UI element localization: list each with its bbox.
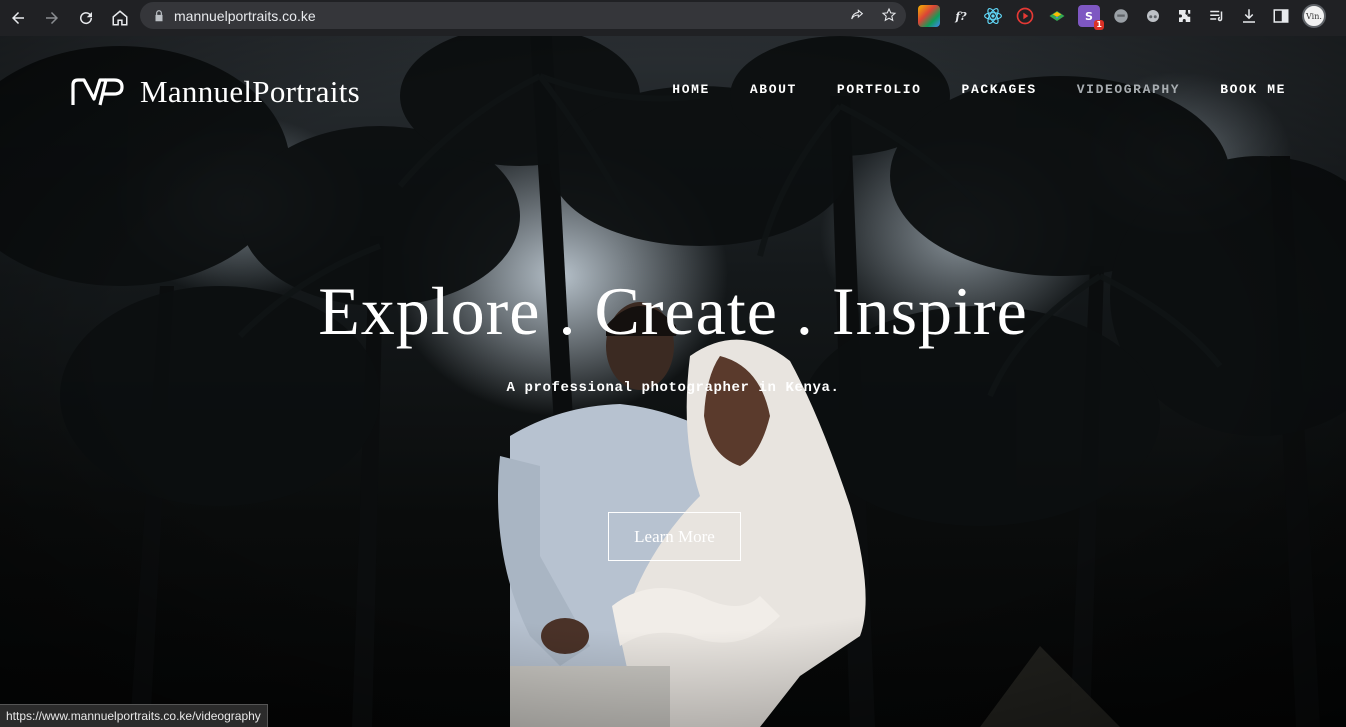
browser-menu-icon[interactable]: ⋮ — [1342, 6, 1346, 26]
hero-headline: Explore . Create . Inspire — [318, 273, 1028, 349]
nav-book-me[interactable]: BOOK ME — [1220, 82, 1286, 97]
layers-extension-icon[interactable] — [1046, 5, 1068, 27]
reload-button[interactable] — [70, 4, 102, 32]
extension-badge: 1 — [1094, 20, 1104, 30]
site-brand[interactable]: MannuelPortraits — [70, 74, 360, 110]
home-button[interactable] — [104, 4, 136, 32]
side-panel-icon[interactable] — [1270, 5, 1292, 27]
download-icon[interactable] — [1238, 5, 1260, 27]
lock-icon — [155, 9, 163, 21]
nav-about[interactable]: ABOUT — [750, 82, 797, 97]
main-navigation: HOME ABOUT PORTFOLIO PACKAGES VIDEOGRAPH… — [672, 82, 1286, 97]
nav-portfolio[interactable]: PORTFOLIO — [837, 82, 922, 97]
address-bar[interactable]: mannuelportraits.co.ke — [140, 2, 906, 29]
puzzle-extensions-icon[interactable] — [1174, 5, 1196, 27]
hero-section: MannuelPortraits HOME ABOUT PORTFOLIO PA… — [0, 36, 1346, 727]
reload-icon — [80, 12, 93, 25]
react-devtools-icon[interactable] — [982, 5, 1004, 27]
home-icon — [112, 10, 128, 26]
color-picker-extension-icon[interactable] — [918, 5, 940, 27]
extensions-bar: f? S1 Vin. ⋮ — [918, 4, 1346, 30]
url-text[interactable]: mannuelportraits.co.ke — [174, 8, 316, 24]
forward-button[interactable] — [36, 4, 68, 32]
s-extension-icon[interactable]: S1 — [1078, 5, 1104, 30]
font-identifier-extension-icon[interactable]: f? — [950, 5, 972, 27]
learn-more-button[interactable]: Learn More — [608, 512, 741, 561]
share-icon[interactable] — [848, 6, 866, 24]
video-play-extension-icon[interactable] — [1014, 5, 1036, 27]
arrow-left-icon — [12, 12, 24, 24]
mp-logo-icon — [71, 78, 124, 106]
gray-circle-extension-icon[interactable] — [1110, 5, 1132, 27]
bookmark-star-icon[interactable] — [880, 6, 898, 24]
incognito-extension-icon[interactable] — [1142, 5, 1164, 27]
browser-toolbar: mannuelportraits.co.ke f? S1 Vin. — [0, 0, 1346, 36]
arrow-right-icon — [46, 12, 58, 24]
hero-tagline: A professional photographer in Kenya. — [506, 380, 840, 396]
reading-list-icon[interactable] — [1206, 5, 1228, 27]
profile-avatar[interactable]: Vin. — [1302, 4, 1326, 28]
nav-packages[interactable]: PACKAGES — [962, 82, 1037, 97]
back-button[interactable] — [2, 4, 34, 32]
brand-name[interactable]: MannuelPortraits — [140, 74, 360, 110]
nav-videography[interactable]: VIDEOGRAPHY — [1077, 82, 1180, 97]
nav-home[interactable]: HOME — [672, 82, 710, 97]
link-preview-status: https://www.mannuelportraits.co.ke/video… — [0, 704, 268, 727]
